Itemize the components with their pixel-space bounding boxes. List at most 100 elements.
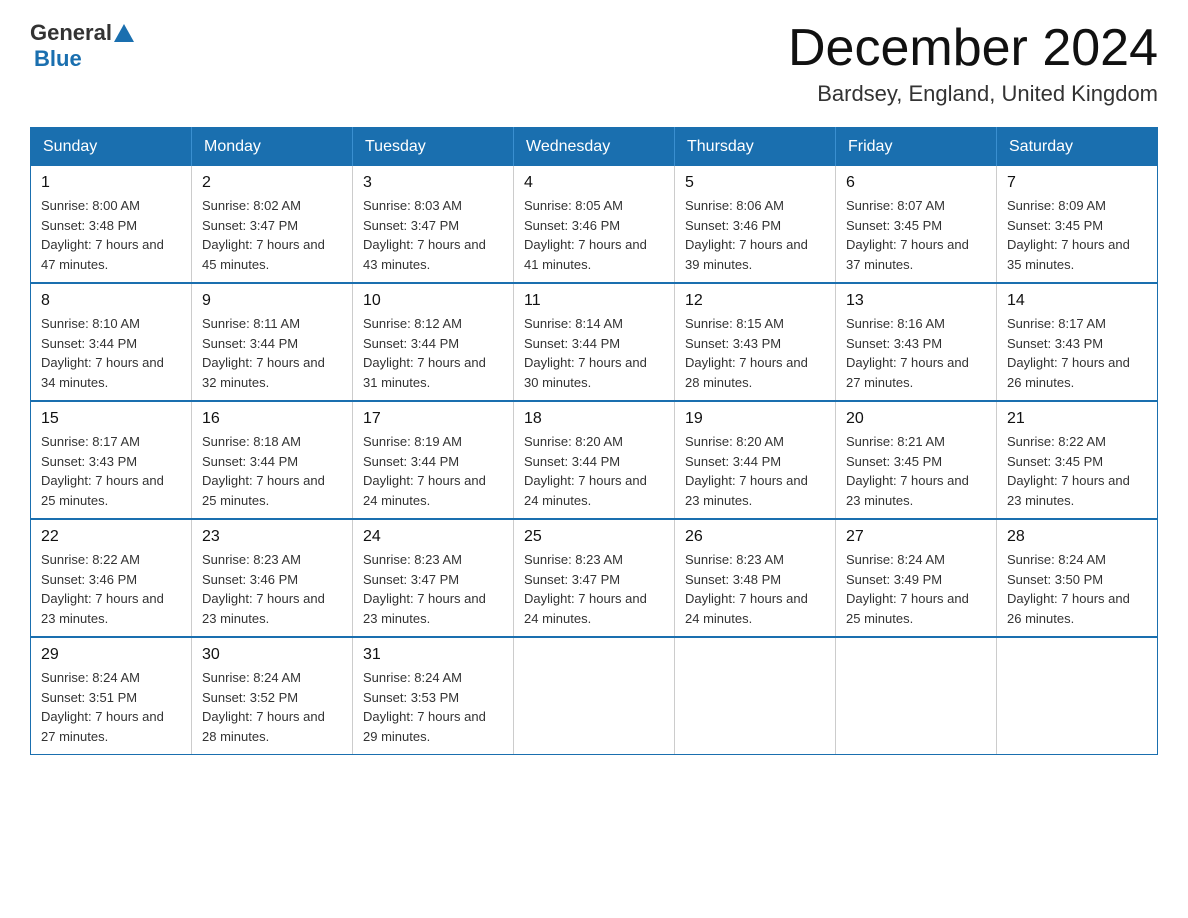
table-row: 26 Sunrise: 8:23 AMSunset: 3:48 PMDaylig…	[675, 519, 836, 637]
day-info: Sunrise: 8:14 AMSunset: 3:44 PMDaylight:…	[524, 316, 647, 390]
day-number: 16	[202, 410, 342, 428]
table-row: 8 Sunrise: 8:10 AMSunset: 3:44 PMDayligh…	[31, 283, 192, 401]
col-saturday: Saturday	[997, 128, 1158, 167]
day-number: 14	[1007, 292, 1147, 310]
table-row: 29 Sunrise: 8:24 AMSunset: 3:51 PMDaylig…	[31, 637, 192, 755]
day-info: Sunrise: 8:21 AMSunset: 3:45 PMDaylight:…	[846, 434, 969, 508]
table-row: 22 Sunrise: 8:22 AMSunset: 3:46 PMDaylig…	[31, 519, 192, 637]
day-info: Sunrise: 8:24 AMSunset: 3:50 PMDaylight:…	[1007, 552, 1130, 626]
day-info: Sunrise: 8:12 AMSunset: 3:44 PMDaylight:…	[363, 316, 486, 390]
logo-triangle-icon	[114, 24, 134, 42]
calendar-week-row: 29 Sunrise: 8:24 AMSunset: 3:51 PMDaylig…	[31, 637, 1158, 755]
table-row: 6 Sunrise: 8:07 AMSunset: 3:45 PMDayligh…	[836, 166, 997, 283]
day-info: Sunrise: 8:02 AMSunset: 3:47 PMDaylight:…	[202, 198, 325, 272]
col-thursday: Thursday	[675, 128, 836, 167]
day-number: 6	[846, 174, 986, 192]
day-number: 23	[202, 528, 342, 546]
logo-blue-text: Blue	[34, 46, 82, 72]
day-number: 24	[363, 528, 503, 546]
table-row: 9 Sunrise: 8:11 AMSunset: 3:44 PMDayligh…	[192, 283, 353, 401]
day-info: Sunrise: 8:23 AMSunset: 3:47 PMDaylight:…	[524, 552, 647, 626]
day-info: Sunrise: 8:17 AMSunset: 3:43 PMDaylight:…	[41, 434, 164, 508]
month-title: December 2024	[788, 20, 1158, 77]
calendar-week-row: 1 Sunrise: 8:00 AMSunset: 3:48 PMDayligh…	[31, 166, 1158, 283]
day-info: Sunrise: 8:20 AMSunset: 3:44 PMDaylight:…	[685, 434, 808, 508]
day-info: Sunrise: 8:15 AMSunset: 3:43 PMDaylight:…	[685, 316, 808, 390]
table-row: 21 Sunrise: 8:22 AMSunset: 3:45 PMDaylig…	[997, 401, 1158, 519]
table-row: 12 Sunrise: 8:15 AMSunset: 3:43 PMDaylig…	[675, 283, 836, 401]
day-number: 19	[685, 410, 825, 428]
day-info: Sunrise: 8:16 AMSunset: 3:43 PMDaylight:…	[846, 316, 969, 390]
table-row: 11 Sunrise: 8:14 AMSunset: 3:44 PMDaylig…	[514, 283, 675, 401]
table-row: 19 Sunrise: 8:20 AMSunset: 3:44 PMDaylig…	[675, 401, 836, 519]
col-wednesday: Wednesday	[514, 128, 675, 167]
col-monday: Monday	[192, 128, 353, 167]
day-info: Sunrise: 8:03 AMSunset: 3:47 PMDaylight:…	[363, 198, 486, 272]
day-info: Sunrise: 8:23 AMSunset: 3:46 PMDaylight:…	[202, 552, 325, 626]
day-info: Sunrise: 8:00 AMSunset: 3:48 PMDaylight:…	[41, 198, 164, 272]
table-row: 24 Sunrise: 8:23 AMSunset: 3:47 PMDaylig…	[353, 519, 514, 637]
table-row: 13 Sunrise: 8:16 AMSunset: 3:43 PMDaylig…	[836, 283, 997, 401]
table-row	[836, 637, 997, 755]
day-info: Sunrise: 8:24 AMSunset: 3:52 PMDaylight:…	[202, 670, 325, 744]
day-number: 8	[41, 292, 181, 310]
day-info: Sunrise: 8:17 AMSunset: 3:43 PMDaylight:…	[1007, 316, 1130, 390]
table-row: 2 Sunrise: 8:02 AMSunset: 3:47 PMDayligh…	[192, 166, 353, 283]
table-row: 31 Sunrise: 8:24 AMSunset: 3:53 PMDaylig…	[353, 637, 514, 755]
table-row	[675, 637, 836, 755]
day-number: 31	[363, 646, 503, 664]
day-number: 3	[363, 174, 503, 192]
day-info: Sunrise: 8:11 AMSunset: 3:44 PMDaylight:…	[202, 316, 325, 390]
col-tuesday: Tuesday	[353, 128, 514, 167]
day-number: 22	[41, 528, 181, 546]
day-info: Sunrise: 8:05 AMSunset: 3:46 PMDaylight:…	[524, 198, 647, 272]
day-info: Sunrise: 8:10 AMSunset: 3:44 PMDaylight:…	[41, 316, 164, 390]
location-subtitle: Bardsey, England, United Kingdom	[788, 81, 1158, 107]
table-row: 27 Sunrise: 8:24 AMSunset: 3:49 PMDaylig…	[836, 519, 997, 637]
day-number: 4	[524, 174, 664, 192]
table-row: 1 Sunrise: 8:00 AMSunset: 3:48 PMDayligh…	[31, 166, 192, 283]
day-number: 10	[363, 292, 503, 310]
day-info: Sunrise: 8:22 AMSunset: 3:45 PMDaylight:…	[1007, 434, 1130, 508]
table-row: 3 Sunrise: 8:03 AMSunset: 3:47 PMDayligh…	[353, 166, 514, 283]
header: General Blue December 2024 Bardsey, Engl…	[30, 20, 1158, 107]
calendar-week-row: 15 Sunrise: 8:17 AMSunset: 3:43 PMDaylig…	[31, 401, 1158, 519]
table-row: 14 Sunrise: 8:17 AMSunset: 3:43 PMDaylig…	[997, 283, 1158, 401]
day-info: Sunrise: 8:23 AMSunset: 3:47 PMDaylight:…	[363, 552, 486, 626]
table-row: 10 Sunrise: 8:12 AMSunset: 3:44 PMDaylig…	[353, 283, 514, 401]
table-row	[997, 637, 1158, 755]
logo: General Blue	[30, 20, 134, 72]
day-number: 26	[685, 528, 825, 546]
table-row: 15 Sunrise: 8:17 AMSunset: 3:43 PMDaylig…	[31, 401, 192, 519]
table-row	[514, 637, 675, 755]
calendar-week-row: 8 Sunrise: 8:10 AMSunset: 3:44 PMDayligh…	[31, 283, 1158, 401]
table-row: 28 Sunrise: 8:24 AMSunset: 3:50 PMDaylig…	[997, 519, 1158, 637]
title-area: December 2024 Bardsey, England, United K…	[788, 20, 1158, 107]
day-number: 5	[685, 174, 825, 192]
day-number: 11	[524, 292, 664, 310]
day-info: Sunrise: 8:07 AMSunset: 3:45 PMDaylight:…	[846, 198, 969, 272]
day-info: Sunrise: 8:18 AMSunset: 3:44 PMDaylight:…	[202, 434, 325, 508]
col-friday: Friday	[836, 128, 997, 167]
day-number: 21	[1007, 410, 1147, 428]
table-row: 18 Sunrise: 8:20 AMSunset: 3:44 PMDaylig…	[514, 401, 675, 519]
day-info: Sunrise: 8:06 AMSunset: 3:46 PMDaylight:…	[685, 198, 808, 272]
table-row: 7 Sunrise: 8:09 AMSunset: 3:45 PMDayligh…	[997, 166, 1158, 283]
day-number: 15	[41, 410, 181, 428]
col-sunday: Sunday	[31, 128, 192, 167]
day-number: 27	[846, 528, 986, 546]
table-row: 23 Sunrise: 8:23 AMSunset: 3:46 PMDaylig…	[192, 519, 353, 637]
day-number: 9	[202, 292, 342, 310]
table-row: 25 Sunrise: 8:23 AMSunset: 3:47 PMDaylig…	[514, 519, 675, 637]
logo-general-text: General	[30, 20, 112, 46]
day-number: 7	[1007, 174, 1147, 192]
day-number: 20	[846, 410, 986, 428]
day-number: 1	[41, 174, 181, 192]
day-info: Sunrise: 8:20 AMSunset: 3:44 PMDaylight:…	[524, 434, 647, 508]
day-info: Sunrise: 8:24 AMSunset: 3:51 PMDaylight:…	[41, 670, 164, 744]
day-number: 13	[846, 292, 986, 310]
header-row: Sunday Monday Tuesday Wednesday Thursday…	[31, 128, 1158, 167]
day-info: Sunrise: 8:24 AMSunset: 3:49 PMDaylight:…	[846, 552, 969, 626]
day-number: 29	[41, 646, 181, 664]
day-info: Sunrise: 8:19 AMSunset: 3:44 PMDaylight:…	[363, 434, 486, 508]
